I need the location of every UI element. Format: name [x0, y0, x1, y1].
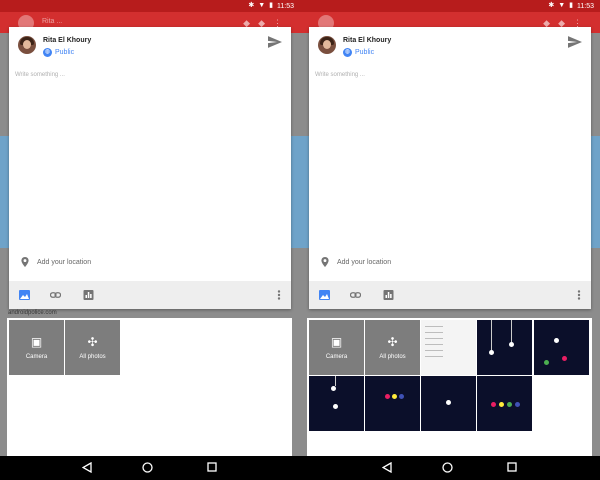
status-bar: ✱ ▼ ▮ 11:53 [0, 0, 300, 12]
send-icon[interactable] [268, 36, 282, 48]
send-icon[interactable] [568, 36, 582, 48]
compose-post-dialog: Rita El Khoury ◍ Public Write something … [309, 27, 591, 309]
camera-tile[interactable]: ▣ Camera [9, 320, 64, 375]
recent-apps-icon[interactable] [507, 462, 517, 472]
clock: 11:53 [577, 2, 594, 10]
photo-thumbnail[interactable] [309, 376, 364, 431]
all-photos-tile[interactable]: ✣ All photos [365, 320, 420, 375]
screen-left: androidpolice.com ✱ ▼ ▮ 11:53 Rita ... ◆… [0, 0, 300, 480]
poll-icon[interactable] [383, 290, 394, 300]
post-text-input[interactable]: Write something ... [15, 72, 65, 78]
post-text-input[interactable]: Write something ... [315, 72, 365, 78]
attachment-toolbar [309, 281, 591, 309]
photo-thumbnail[interactable] [477, 376, 532, 431]
all-photos-label: All photos [379, 354, 406, 360]
add-location-button[interactable]: Add your location [21, 257, 91, 267]
wifi-icon: ▼ [258, 2, 266, 9]
add-location-button[interactable]: Add your location [321, 257, 391, 267]
audience-label: Public [355, 49, 375, 56]
photo-picker: ▣ Camera ✣ All photos [307, 318, 592, 456]
location-pin-icon [21, 257, 29, 267]
bluetooth-icon: ✱ [548, 2, 555, 9]
photo-icon[interactable] [319, 290, 330, 300]
add-location-label: Add your location [337, 258, 392, 266]
navigation-bar [300, 456, 600, 480]
globe-icon: ◍ [43, 48, 52, 57]
audience-selector[interactable]: ◍ Public [343, 48, 374, 57]
photo-thumbnail[interactable] [421, 320, 476, 375]
background-website-text: androidpolice.com [8, 310, 57, 316]
home-icon[interactable] [442, 462, 453, 473]
globe-icon: ◍ [343, 48, 352, 57]
photo-thumbnail[interactable] [477, 320, 532, 375]
back-icon[interactable] [382, 462, 392, 473]
attachment-toolbar [9, 281, 291, 309]
camera-label: Camera [25, 354, 48, 360]
camera-icon: ▣ [30, 335, 43, 349]
all-photos-tile[interactable]: ✣ All photos [65, 320, 120, 375]
photo-thumbnail[interactable] [534, 320, 589, 375]
photo-picker: ▣ Camera ✣ All photos [7, 318, 292, 456]
bluetooth-icon: ✱ [248, 2, 255, 9]
audience-selector[interactable]: ◍ Public [43, 48, 74, 57]
camera-label: Camera [325, 354, 348, 360]
pinwheel-icon: ✣ [387, 335, 398, 349]
back-icon[interactable] [82, 462, 92, 473]
link-icon[interactable] [50, 290, 61, 300]
poll-icon[interactable] [83, 290, 94, 300]
app-title: Rita ... [42, 18, 63, 25]
wifi-icon: ▼ [558, 2, 566, 9]
clock: 11:53 [277, 2, 294, 10]
navigation-bar [0, 456, 300, 480]
pinwheel-icon: ✣ [87, 335, 98, 349]
home-icon[interactable] [142, 462, 153, 473]
audience-label: Public [55, 49, 75, 56]
battery-icon: ▮ [269, 2, 273, 9]
photo-thumbnail[interactable] [421, 376, 476, 431]
author-name: Rita El Khoury [43, 37, 92, 44]
photo-icon[interactable] [19, 290, 30, 300]
avatar [18, 36, 36, 54]
avatar [318, 36, 336, 54]
more-options-icon[interactable] [277, 290, 281, 300]
location-pin-icon [321, 257, 329, 267]
recent-apps-icon[interactable] [207, 462, 217, 472]
battery-icon: ▮ [569, 2, 573, 9]
link-icon[interactable] [350, 290, 361, 300]
camera-icon: ▣ [330, 335, 343, 349]
screen-right: ✱ ▼ ▮ 11:53 ◆◆⋮ Rita El Khoury ◍ Public … [300, 0, 600, 480]
camera-tile[interactable]: ▣ Camera [309, 320, 364, 375]
all-photos-label: All photos [79, 354, 106, 360]
photo-thumbnail[interactable] [365, 376, 420, 431]
more-options-icon[interactable] [577, 290, 581, 300]
compose-post-dialog: Rita El Khoury ◍ Public Write something … [9, 27, 291, 309]
add-location-label: Add your location [37, 258, 92, 266]
author-name: Rita El Khoury [343, 37, 392, 44]
status-bar: ✱ ▼ ▮ 11:53 [300, 0, 600, 12]
